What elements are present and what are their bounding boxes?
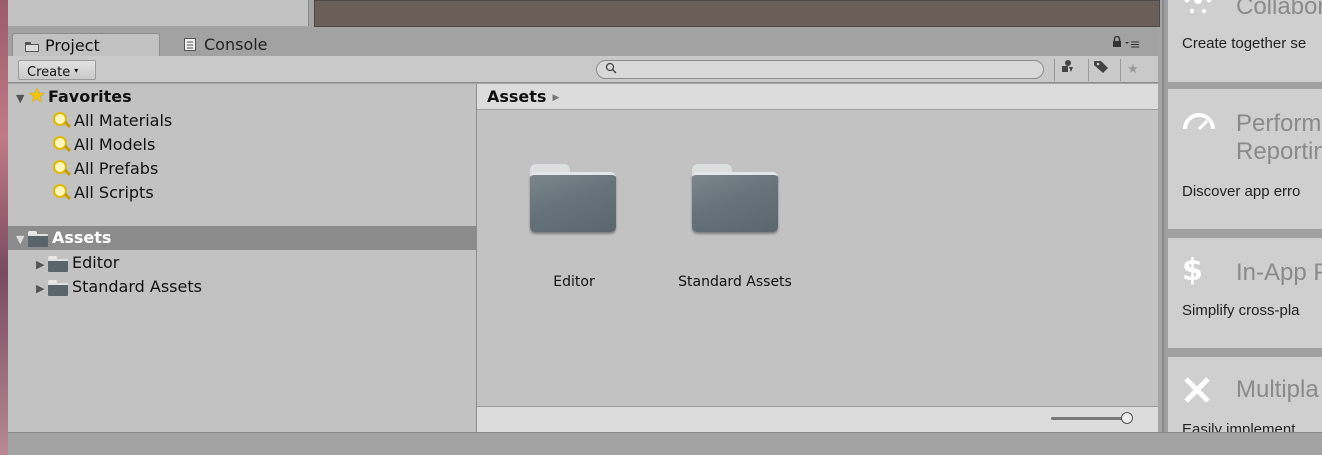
tab-project-label: Project bbox=[45, 36, 100, 55]
tab-bar: Project Console bbox=[8, 27, 1158, 56]
service-description: Simplify cross-pla bbox=[1182, 302, 1300, 319]
list-item[interactable]: All Models bbox=[52, 133, 155, 157]
collapse-triangle-icon[interactable]: ▶ bbox=[36, 253, 48, 277]
tree-item-standard-assets[interactable]: ▶ Standard Assets bbox=[36, 275, 202, 299]
search-input[interactable] bbox=[596, 60, 1044, 79]
console-icon bbox=[184, 34, 198, 51]
status-bar bbox=[477, 406, 1158, 432]
favorite-item-label: All Materials bbox=[74, 111, 173, 130]
chevron-right-icon: ▶ bbox=[552, 93, 560, 103]
service-title-line2: Reportin bbox=[1236, 138, 1322, 165]
list-item[interactable]: All Prefabs bbox=[52, 157, 158, 181]
search-icon bbox=[52, 159, 72, 177]
folder-standard-assets[interactable] bbox=[692, 164, 778, 232]
service-title: Collabor bbox=[1236, 0, 1322, 20]
asset-browser: Assets ▶ Editor Standard Assets bbox=[477, 84, 1158, 432]
tree-item-editor[interactable]: ▶ Editor bbox=[36, 251, 119, 275]
folder-icon bbox=[28, 231, 48, 247]
assets-folder[interactable]: ▼ Assets bbox=[8, 226, 476, 250]
service-title: In-App P bbox=[1236, 259, 1322, 286]
desktop-background bbox=[0, 0, 8, 455]
favorite-item-label: All Models bbox=[74, 135, 156, 154]
favorites-folder[interactable]: ▼ ★ Favorites bbox=[16, 85, 132, 109]
service-title: Perform bbox=[1236, 110, 1322, 137]
collapse-triangle-icon[interactable]: ▶ bbox=[36, 277, 48, 301]
zoom-slider-thumb[interactable] bbox=[1121, 412, 1133, 424]
favorite-item-label: All Prefabs bbox=[74, 159, 159, 178]
search-by-type-icon[interactable] bbox=[1054, 59, 1079, 81]
hierarchy-panel-edge bbox=[8, 0, 309, 26]
folder-label: Editor bbox=[553, 274, 595, 290]
favorite-item-label: All Scripts bbox=[74, 183, 154, 202]
service-description: Create together se bbox=[1182, 35, 1307, 52]
breadcrumb-bar: Assets ▶ bbox=[477, 84, 1158, 110]
tree-item-label: Standard Assets bbox=[72, 277, 202, 296]
folder-icon bbox=[48, 280, 68, 296]
service-multiplayer[interactable]: Multipla Easily implement bbox=[1168, 357, 1322, 432]
project-tree: ▼ ★ Favorites All Materials All Models All… bbox=[8, 84, 477, 432]
favorites-label: Favorites bbox=[48, 87, 132, 106]
dollar-icon: $ bbox=[1182, 253, 1203, 288]
search-icon bbox=[52, 111, 72, 129]
collaborate-icon bbox=[1182, 0, 1214, 29]
service-in-app-purchasing[interactable]: $ In-App P Simplify cross-pla bbox=[1168, 238, 1322, 348]
tree-item-label: Editor bbox=[72, 253, 120, 272]
star-icon: ★ bbox=[28, 83, 46, 107]
search-by-label-icon[interactable] bbox=[1088, 59, 1113, 81]
multiplayer-icon bbox=[1182, 375, 1212, 412]
service-performance[interactable]: Perform Reportin Discover app erro bbox=[1168, 89, 1322, 229]
create-button-label: Create bbox=[27, 65, 71, 80]
assets-label: Assets bbox=[52, 228, 112, 247]
lock-icon[interactable] bbox=[1112, 35, 1140, 51]
star-filter-icon[interactable]: ★ bbox=[1120, 59, 1145, 81]
zoom-slider[interactable] bbox=[1051, 417, 1123, 420]
breadcrumb-label: Assets bbox=[487, 87, 547, 106]
service-collaborate[interactable]: Collabor Create together se bbox=[1168, 0, 1322, 82]
services-panel: Collabor Create together se Perform Repo… bbox=[1162, 0, 1322, 432]
folder-editor[interactable] bbox=[530, 164, 616, 232]
list-item[interactable]: All Materials bbox=[52, 109, 172, 133]
tab-project[interactable]: Project bbox=[12, 33, 160, 56]
expand-triangle-icon[interactable]: ▼ bbox=[16, 228, 28, 252]
bottom-status-bar bbox=[8, 432, 1322, 455]
service-title: Multipla bbox=[1236, 376, 1319, 403]
project-toolbar: Create ▾ ★ bbox=[8, 56, 1158, 83]
search-icon bbox=[52, 135, 72, 153]
dropdown-arrow-icon: ▾ bbox=[74, 66, 79, 75]
performance-icon bbox=[1182, 109, 1216, 139]
expand-triangle-icon[interactable]: ▼ bbox=[16, 87, 28, 111]
create-button[interactable]: Create ▾ bbox=[18, 60, 96, 80]
folder-icon bbox=[25, 35, 39, 52]
service-description: Discover app erro bbox=[1182, 183, 1301, 200]
list-item[interactable]: All Scripts bbox=[52, 181, 154, 205]
service-description: Easily implement bbox=[1182, 421, 1296, 432]
folder-icon bbox=[48, 256, 68, 272]
tab-console-label: Console bbox=[204, 35, 268, 54]
search-icon bbox=[605, 62, 617, 77]
scene-view[interactable] bbox=[314, 0, 1160, 27]
tab-console[interactable]: Console bbox=[172, 33, 282, 56]
search-icon bbox=[52, 183, 72, 201]
breadcrumb[interactable]: Assets ▶ bbox=[487, 86, 559, 109]
folder-label: Standard Assets bbox=[678, 274, 792, 290]
